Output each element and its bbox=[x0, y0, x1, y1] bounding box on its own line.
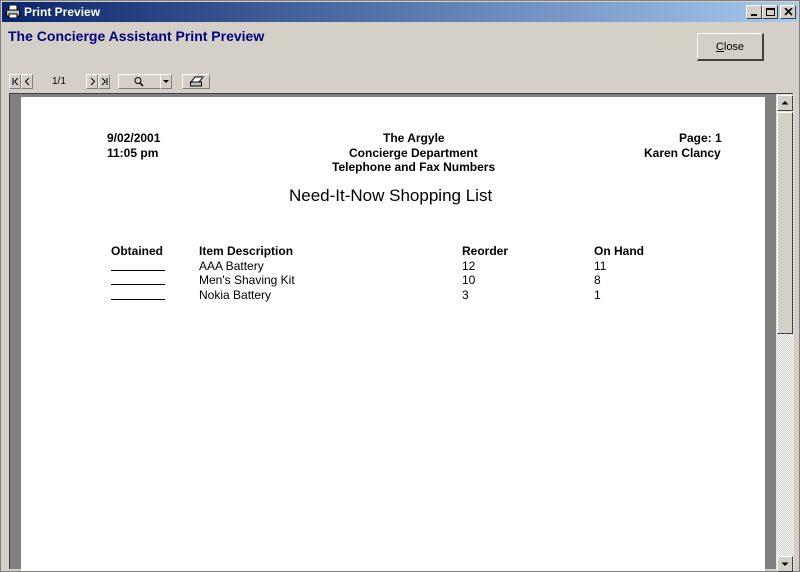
scroll-up-icon bbox=[781, 101, 789, 105]
zoom-icon bbox=[134, 77, 144, 87]
prev-page-button[interactable] bbox=[21, 74, 33, 89]
report-time: 11:05 pm bbox=[107, 146, 159, 160]
last-page-button[interactable] bbox=[98, 74, 110, 89]
table-row-on-hand: 8 bbox=[594, 273, 601, 287]
zoom-dropdown[interactable] bbox=[160, 74, 172, 89]
table-row-reorder: 3 bbox=[462, 288, 469, 302]
print-preview-window: Print Preview The Concierge Assistant Pr… bbox=[0, 0, 800, 572]
column-header-item-description: Item Description bbox=[199, 244, 294, 258]
next-page-button[interactable] bbox=[86, 74, 98, 89]
report-page: 9/02/2001 11:05 pm The Argyle Concierge … bbox=[21, 97, 765, 571]
close-window-button[interactable] bbox=[780, 5, 796, 19]
table-row-on-hand: 11 bbox=[594, 259, 607, 273]
table-row-on-hand: 1 bbox=[594, 288, 601, 302]
page-indicator: 1/1 bbox=[52, 76, 66, 87]
report-page-label: Page: 1 bbox=[679, 131, 722, 145]
report-department: Concierge Department bbox=[349, 146, 478, 160]
preview-area: 9/02/2001 11:05 pm The Argyle Concierge … bbox=[9, 93, 794, 572]
page-title: The Concierge Assistant Print Preview bbox=[8, 28, 265, 44]
scroll-down-icon bbox=[781, 562, 789, 566]
table-row-item: Men's Shaving Kit bbox=[199, 273, 295, 287]
prev-page-icon bbox=[24, 77, 30, 86]
scroll-up-button[interactable] bbox=[777, 95, 793, 111]
column-header-on-hand: On Hand bbox=[594, 244, 644, 258]
printer-icon bbox=[6, 4, 20, 19]
obtained-checkline bbox=[111, 284, 165, 285]
obtained-checkline bbox=[111, 299, 165, 300]
dropdown-icon bbox=[163, 80, 169, 83]
report-user: Karen Clancy bbox=[644, 146, 721, 160]
scroll-thumb[interactable] bbox=[777, 112, 793, 334]
close-button[interactable]: Close bbox=[697, 33, 764, 61]
table-row-reorder: 10 bbox=[462, 273, 476, 287]
print-button[interactable] bbox=[182, 74, 210, 89]
obtained-checkline bbox=[111, 270, 165, 271]
report-subtitle: Telephone and Fax Numbers bbox=[332, 160, 496, 174]
table-row-reorder: 12 bbox=[462, 259, 476, 273]
close-label: lose bbox=[723, 41, 745, 53]
minimize-button[interactable] bbox=[746, 5, 762, 19]
preview-toolbar: 1/1 bbox=[7, 74, 227, 92]
maximize-icon bbox=[766, 8, 775, 16]
title-bar[interactable]: Print Preview bbox=[2, 2, 798, 22]
next-page-icon bbox=[90, 77, 96, 86]
close-mnemonic: C bbox=[715, 41, 724, 53]
zoom-button[interactable] bbox=[118, 74, 162, 89]
first-page-button[interactable] bbox=[9, 74, 21, 89]
last-page-icon bbox=[101, 77, 108, 86]
report-hotel: The Argyle bbox=[383, 131, 445, 145]
vertical-scrollbar[interactable] bbox=[776, 94, 794, 572]
column-header-reorder: Reorder bbox=[462, 244, 509, 258]
maximize-button[interactable] bbox=[762, 5, 778, 19]
first-page-icon bbox=[12, 77, 19, 86]
close-icon bbox=[784, 8, 793, 16]
table-row-item: Nokia Battery bbox=[199, 288, 272, 302]
table-row-item: AAA Battery bbox=[199, 259, 264, 273]
minimize-icon bbox=[751, 14, 757, 16]
report-title: Need-It-Now Shopping List bbox=[289, 186, 493, 205]
column-header-obtained: Obtained bbox=[111, 244, 164, 258]
print-icon bbox=[189, 76, 205, 87]
window-title: Print Preview bbox=[24, 5, 101, 19]
report-date: 9/02/2001 bbox=[107, 131, 161, 145]
scroll-down-button[interactable] bbox=[777, 556, 793, 572]
